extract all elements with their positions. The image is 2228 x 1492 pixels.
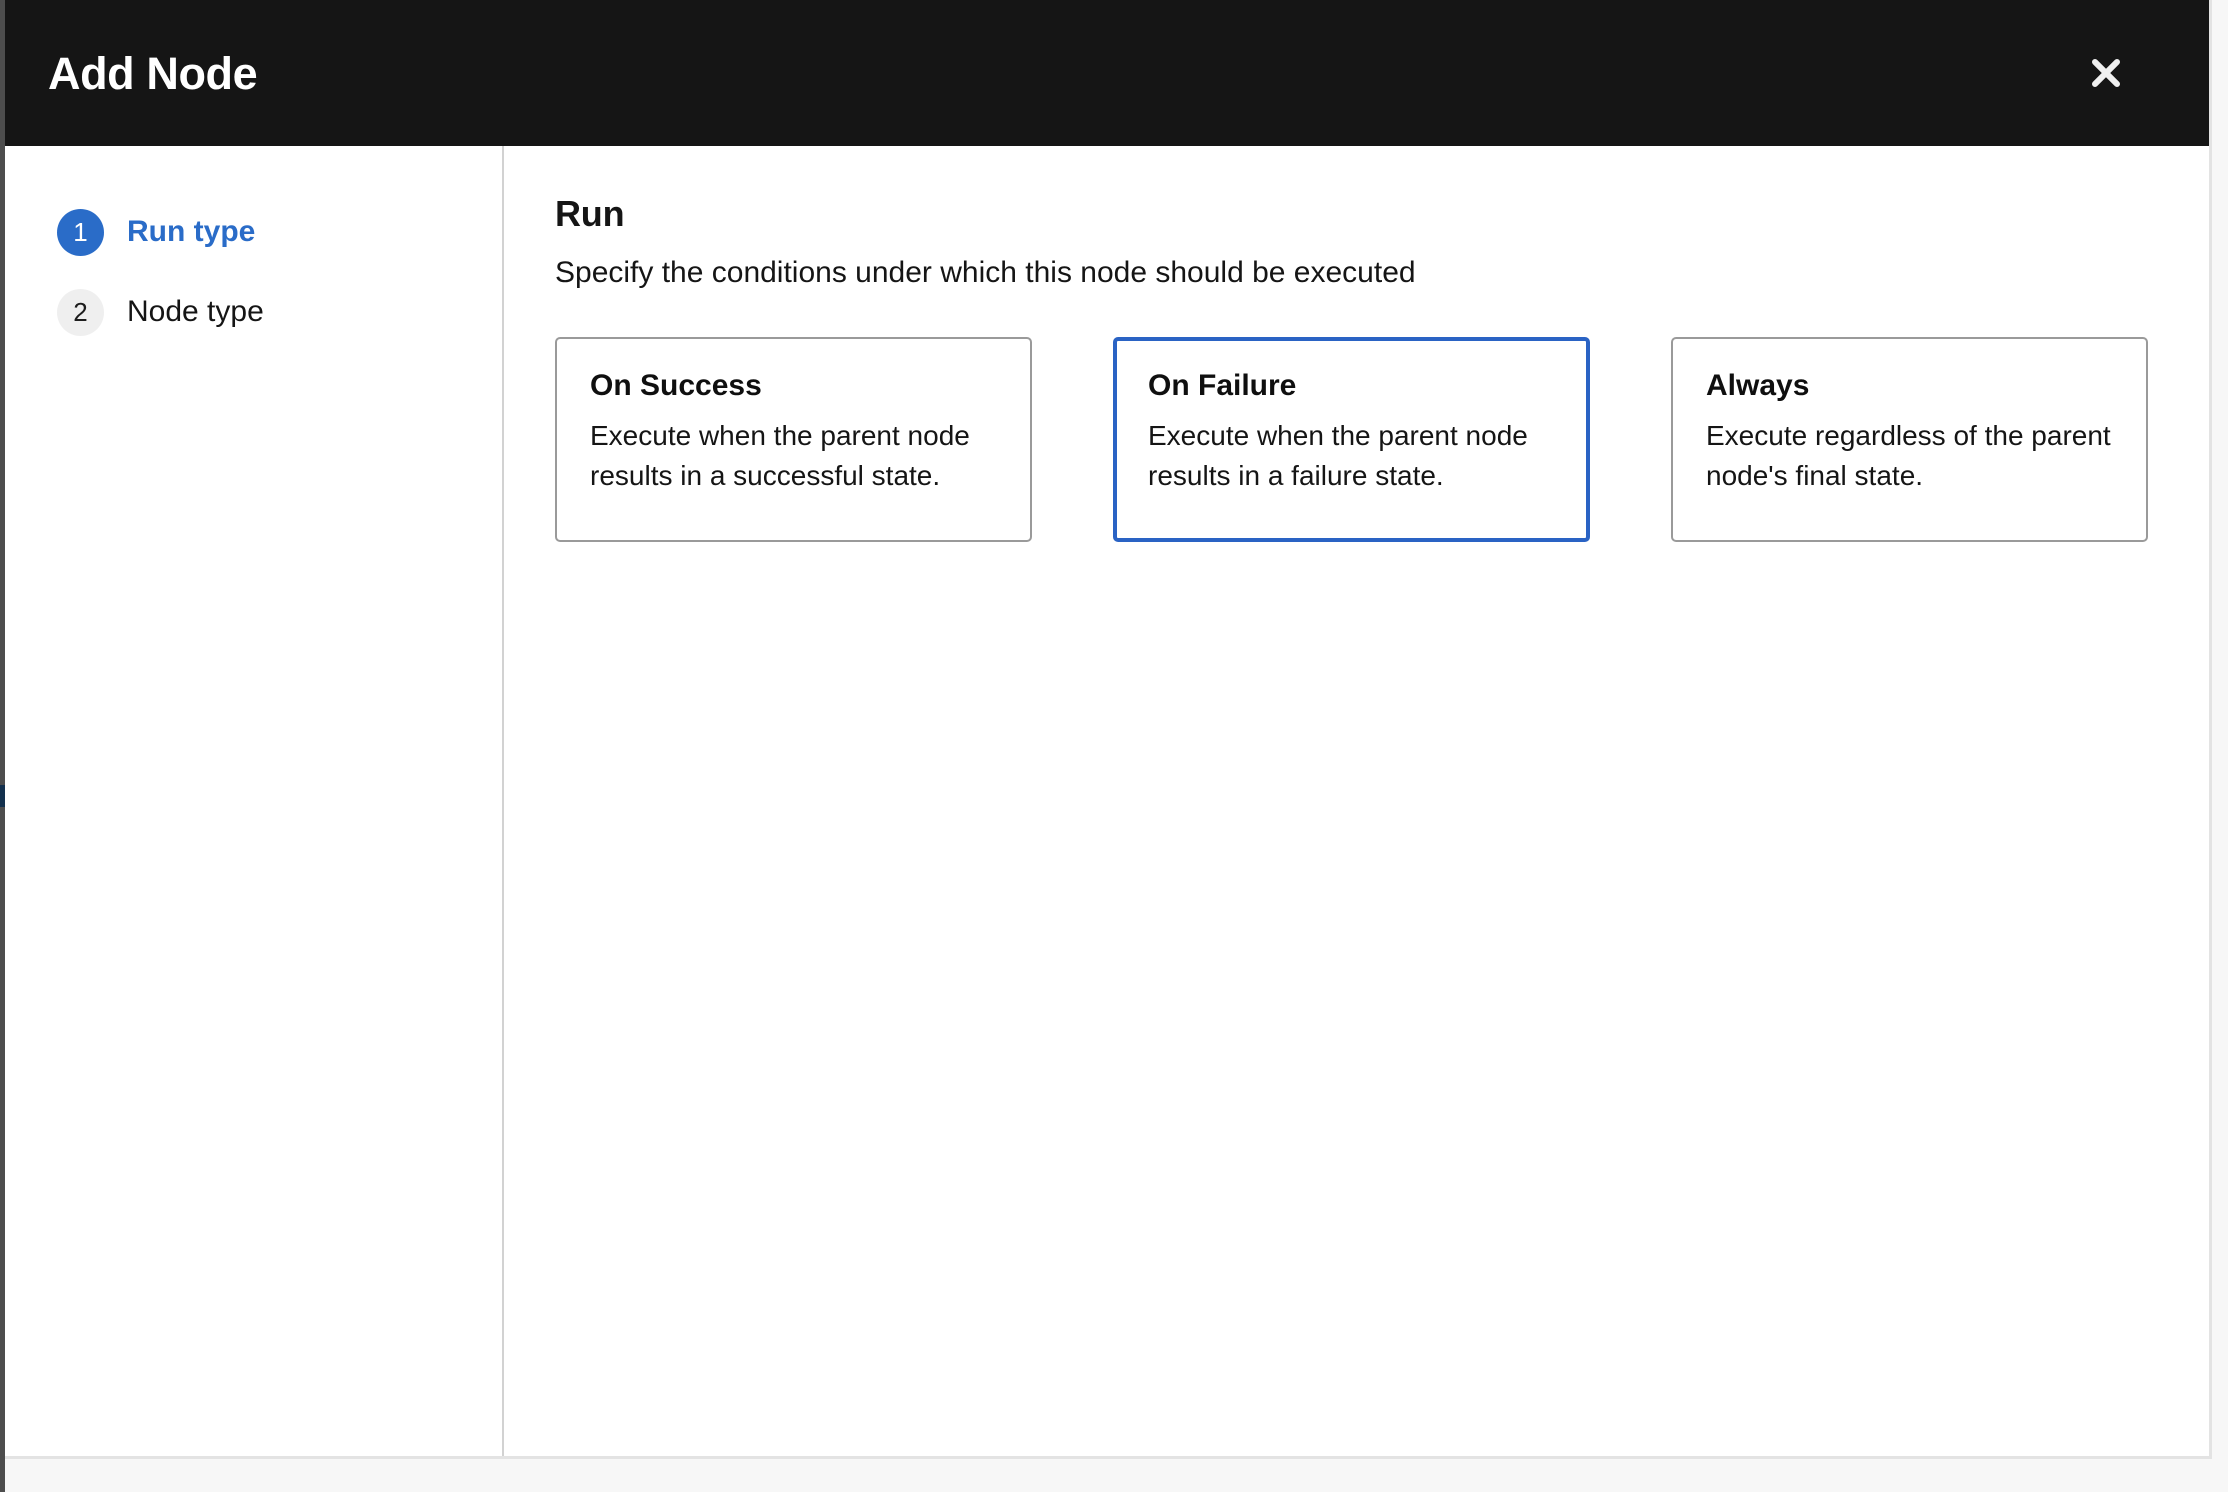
page-left-edge — [0, 0, 5, 1492]
close-button[interactable] — [2081, 48, 2131, 98]
option-card-on-success[interactable]: On Success Execute when the parent node … — [555, 337, 1032, 543]
sidebar-item-run-type[interactable]: 1 Run type — [4, 192, 502, 272]
option-description-on-failure: Execute when the parent node results in … — [1148, 420, 1528, 491]
option-card-on-failure[interactable]: On Failure Execute when the parent node … — [1113, 337, 1590, 543]
modal-header: Add Node — [4, 0, 2209, 146]
page-subtitle: Specify the conditions under which this … — [555, 255, 1416, 289]
option-description-always: Execute regardless of the parent node's … — [1706, 420, 2111, 491]
page-left-edge-accent — [0, 785, 5, 807]
modal-title: Add Node — [48, 47, 258, 99]
option-title-on-success: On Success — [590, 369, 762, 403]
step-label-run-type: Run type — [127, 215, 256, 248]
modal-body: 1 Run type 2 Node type Run Specify the c… — [4, 146, 2209, 1456]
option-title-on-failure: On Failure — [1148, 369, 1297, 403]
sidebar-item-node-type[interactable]: 2 Node type — [4, 272, 502, 352]
wizard-step-nav: 1 Run type 2 Node type — [4, 146, 504, 1456]
option-title-always: Always — [1706, 369, 1810, 403]
add-node-modal: Add Node 1 Run type 2 Node type Run Spec… — [4, 0, 2212, 1459]
option-card-always[interactable]: Always Execute regardless of the parent … — [1671, 337, 2148, 543]
step-number-badge-1: 1 — [57, 208, 104, 256]
page-title: Run — [555, 193, 625, 234]
close-icon — [2087, 54, 2125, 92]
step-label-node-type: Node type — [127, 295, 264, 328]
step-number-badge-2: 2 — [57, 288, 104, 336]
run-type-option-list: On Success Execute when the parent node … — [555, 337, 2209, 543]
wizard-content-pane: Run Specify the conditions under which t… — [504, 146, 2209, 1456]
option-description-on-success: Execute when the parent node results in … — [590, 420, 970, 491]
